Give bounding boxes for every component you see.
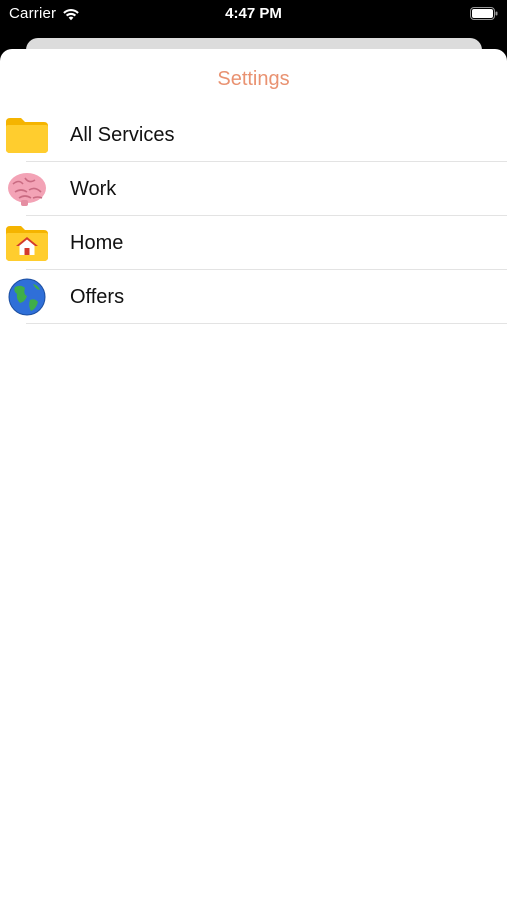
list-item-label: Work (70, 178, 117, 200)
brain-icon (8, 173, 46, 206)
battery-icon (470, 7, 498, 20)
list-item-all-services[interactable]: All Services (0, 108, 507, 162)
house-folder-icon (6, 226, 48, 261)
list-item-label: Home (70, 232, 124, 254)
status-time: 4:47 PM (225, 5, 282, 22)
list-item-label: Offers (70, 286, 125, 308)
list-item-label: All Services (70, 124, 175, 146)
status-bar: Carrier 4:47 PM (0, 0, 507, 30)
settings-sheet: Settings All Services Work Home Offers (0, 49, 507, 900)
list-item-work[interactable]: Work (0, 162, 507, 216)
globe-icon (8, 278, 46, 316)
row-divider (26, 323, 507, 324)
settings-list: All Services Work Home Offers (0, 108, 507, 324)
list-item-offers[interactable]: Offers (0, 270, 507, 324)
list-item-home[interactable]: Home (0, 216, 507, 270)
folder-icon (6, 118, 48, 153)
sheet-title: Settings (217, 68, 290, 90)
